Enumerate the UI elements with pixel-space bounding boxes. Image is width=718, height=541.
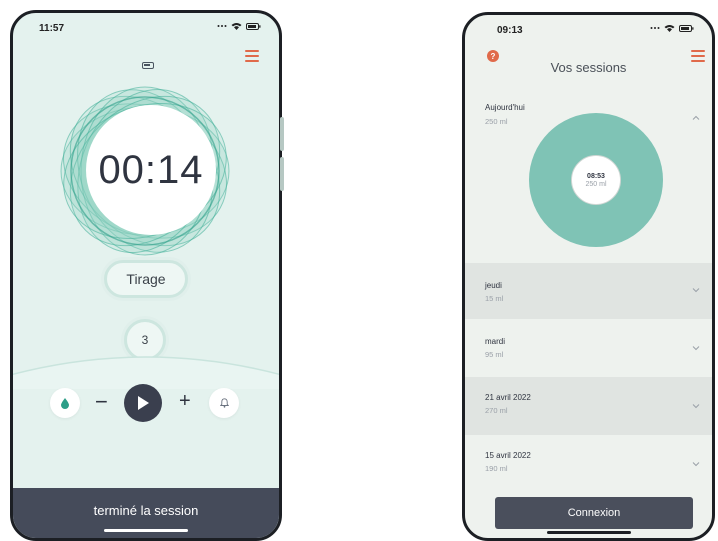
increase-button[interactable]: + [179,390,191,412]
play-icon [138,396,149,410]
session-row[interactable]: 21 avril 2022 270 ml [465,377,712,435]
end-session-button[interactable]: terminé la session [13,488,279,538]
session-value: 270 ml [485,406,508,415]
page-title: Vos sessions [550,60,627,75]
play-button[interactable] [124,384,162,422]
home-indicator [546,531,631,534]
connect-button[interactable]: Connexion [495,497,693,529]
session-value: 250 ml [485,117,508,126]
status-icons [217,22,261,30]
battery-icon [246,22,261,30]
status-icons [650,24,694,32]
timer-display: 00:14 [86,105,216,235]
chevron-down-icon[interactable] [692,460,700,468]
session-label: 21 avril 2022 [485,393,531,402]
session-row[interactable]: jeudi 15 ml [465,263,712,319]
timer-value: 00:14 [98,147,204,192]
volume-down-button [280,157,284,191]
session-value: 95 ml [485,350,504,359]
chevron-down-icon[interactable] [692,344,700,352]
home-indicator [104,529,188,532]
chevron-down-icon[interactable] [692,402,700,410]
status-time: 11:57 [39,23,65,34]
session-today[interactable]: Aujourd'hui 250 ml 08:53 250 ml [465,95,712,260]
session-label: jeudi [485,281,502,290]
donut-center: 08:53 250 ml [571,155,621,205]
stage: 11:57 00:14 Tirage 3 − + terminé la sess… [0,0,718,541]
status-bar: 11:57 [13,22,279,39]
session-value: 15 ml [485,294,504,303]
decrease-button[interactable]: − [95,391,108,413]
entry-time: 08:53 [587,172,605,180]
alarm-button[interactable] [209,388,239,418]
battery-icon [679,24,694,32]
sessions-phone: 09:13 ? Vos sessions Aujourd'hui 250 ml … [462,12,715,541]
water-drop-icon [61,397,69,409]
wifi-icon [664,25,675,32]
menu-icon[interactable] [245,50,259,62]
bottle-battery-icon [142,62,154,69]
wifi-icon [231,23,242,30]
mode-button[interactable]: Tirage [104,260,188,298]
session-donut-chart: 08:53 250 ml [529,113,663,247]
volume-up-button [280,117,284,151]
signal-dots-icon [217,25,227,27]
session-row[interactable]: 15 avril 2022 190 ml [465,435,712,495]
status-bar: 09:13 [465,24,712,41]
entry-value: 250 ml [585,180,607,188]
signal-dots-icon [650,27,660,29]
drop-button[interactable] [50,388,80,418]
timer-phone: 11:57 00:14 Tirage 3 − + terminé la sess… [10,10,282,541]
session-label: Aujourd'hui [485,103,525,112]
chevron-up-icon[interactable] [692,114,700,122]
chevron-down-icon[interactable] [692,286,700,294]
session-label: mardi [485,337,506,346]
controls-row: − + [13,383,279,423]
bell-icon [219,398,229,408]
session-row[interactable]: mardi 95 ml [465,319,712,377]
end-session-label: terminé la session [93,502,199,518]
session-value: 190 ml [485,464,508,473]
session-label: 15 avril 2022 [485,451,531,460]
status-time: 09:13 [497,25,523,36]
